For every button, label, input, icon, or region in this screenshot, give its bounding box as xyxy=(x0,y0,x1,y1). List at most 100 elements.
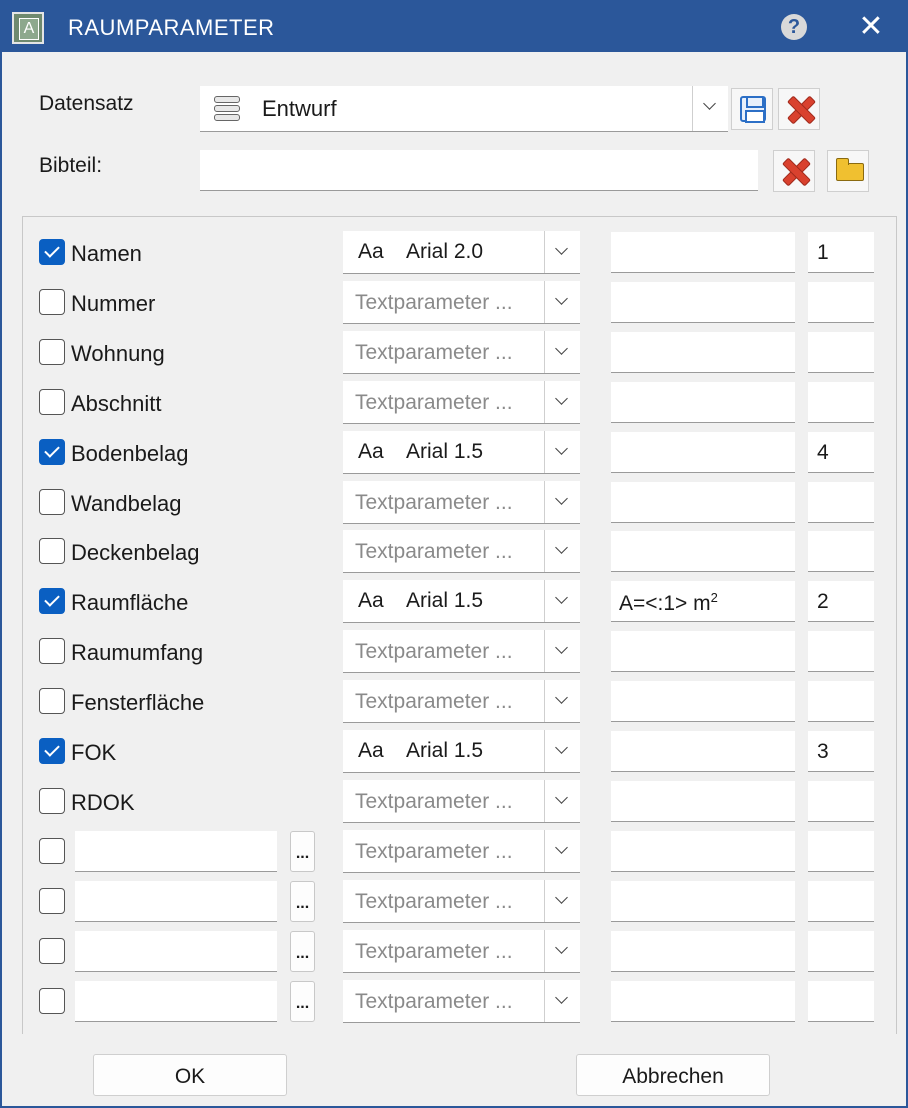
chevron-down-icon[interactable] xyxy=(544,231,580,273)
order-number-input[interactable] xyxy=(808,681,874,722)
order-number-input[interactable] xyxy=(808,931,874,972)
datensatz-combo[interactable]: Entwurf xyxy=(200,86,728,132)
text-parameter-combo[interactable]: Aa Arial 1.5 xyxy=(343,580,580,623)
chevron-down-icon[interactable] xyxy=(692,86,728,131)
chevron-down-icon[interactable] xyxy=(544,381,580,423)
text-parameter-combo[interactable]: Textparameter ... xyxy=(343,530,580,573)
order-number-input[interactable] xyxy=(808,831,874,872)
chevron-down-icon[interactable] xyxy=(544,580,580,622)
format-input[interactable]: A=<:1> m2 xyxy=(611,581,795,622)
format-input[interactable] xyxy=(611,531,795,572)
help-icon[interactable]: ? xyxy=(781,14,807,40)
chevron-down-icon[interactable] xyxy=(544,431,580,473)
custom-checkbox-3[interactable] xyxy=(39,988,65,1014)
custom-checkbox-1[interactable] xyxy=(39,888,65,914)
custom-name-input[interactable] xyxy=(75,881,277,922)
order-number-input[interactable] xyxy=(808,631,874,672)
ellipsis-button[interactable]: ... xyxy=(290,831,315,872)
checkbox-3[interactable] xyxy=(39,389,65,415)
order-number-input[interactable] xyxy=(808,531,874,572)
text-parameter-combo[interactable]: Textparameter ... xyxy=(343,331,580,374)
order-number-input[interactable] xyxy=(808,781,874,822)
format-input[interactable] xyxy=(611,781,795,822)
chevron-down-icon[interactable] xyxy=(544,730,580,772)
text-parameter-combo[interactable]: Aa Arial 1.5 xyxy=(343,730,580,773)
bibteil-input[interactable] xyxy=(200,150,758,191)
text-parameter-combo[interactable]: Textparameter ... xyxy=(343,780,580,823)
text-parameter-combo[interactable]: Textparameter ... xyxy=(343,980,580,1023)
format-input[interactable] xyxy=(611,981,795,1022)
chevron-down-icon[interactable] xyxy=(544,481,580,523)
custom-name-input[interactable] xyxy=(75,981,277,1022)
format-input[interactable] xyxy=(611,332,795,373)
format-input[interactable] xyxy=(611,631,795,672)
browse-button[interactable] xyxy=(827,150,869,192)
checkbox-11[interactable] xyxy=(39,788,65,814)
order-number-input[interactable]: 1 xyxy=(808,232,874,273)
save-button[interactable] xyxy=(731,88,773,130)
format-input[interactable] xyxy=(611,282,795,323)
text-parameter-combo[interactable]: Aa Arial 1.5 xyxy=(343,431,580,474)
checkbox-0[interactable] xyxy=(39,239,65,265)
order-number-input[interactable]: 3 xyxy=(808,731,874,772)
text-parameter-combo[interactable]: Textparameter ... xyxy=(343,830,580,873)
row-label: Namen xyxy=(71,241,142,266)
ok-button[interactable]: OK xyxy=(93,1054,287,1096)
delete-datensatz-button[interactable] xyxy=(778,88,820,130)
checkbox-6[interactable] xyxy=(39,538,65,564)
text-parameter-combo[interactable]: Textparameter ... xyxy=(343,880,580,923)
format-input[interactable] xyxy=(611,731,795,772)
chevron-down-icon[interactable] xyxy=(544,830,580,872)
chevron-down-icon[interactable] xyxy=(544,530,580,572)
format-input[interactable] xyxy=(611,931,795,972)
chevron-down-icon[interactable] xyxy=(544,930,580,972)
checkbox-9[interactable] xyxy=(39,688,65,714)
clear-bibteil-button[interactable] xyxy=(773,150,815,192)
format-input[interactable] xyxy=(611,831,795,872)
close-icon[interactable]: ✕ xyxy=(854,10,888,44)
format-input[interactable] xyxy=(611,482,795,523)
chevron-down-icon[interactable] xyxy=(544,980,580,1022)
text-parameter-combo[interactable]: Textparameter ... xyxy=(343,481,580,524)
chevron-down-icon[interactable] xyxy=(544,680,580,722)
order-number-input[interactable] xyxy=(808,881,874,922)
order-number-input[interactable]: 4 xyxy=(808,432,874,473)
custom-checkbox-0[interactable] xyxy=(39,838,65,864)
checkbox-4[interactable] xyxy=(39,439,65,465)
ellipsis-button[interactable]: ... xyxy=(290,931,315,972)
format-input[interactable] xyxy=(611,382,795,423)
chevron-down-icon[interactable] xyxy=(544,780,580,822)
custom-name-input[interactable] xyxy=(75,831,277,872)
format-input[interactable] xyxy=(611,681,795,722)
order-number-input[interactable] xyxy=(808,482,874,523)
checkbox-7[interactable] xyxy=(39,588,65,614)
custom-name-input[interactable] xyxy=(75,931,277,972)
order-number-input[interactable]: 2 xyxy=(808,581,874,622)
order-number-input[interactable] xyxy=(808,981,874,1022)
text-parameter-combo[interactable]: Textparameter ... xyxy=(343,381,580,424)
ellipsis-button[interactable]: ... xyxy=(290,881,315,922)
text-parameter-combo[interactable]: Textparameter ... xyxy=(343,281,580,324)
text-parameter-combo[interactable]: Textparameter ... xyxy=(343,630,580,673)
chevron-down-icon[interactable] xyxy=(544,630,580,672)
order-number-input[interactable] xyxy=(808,382,874,423)
ellipsis-button[interactable]: ... xyxy=(290,981,315,1022)
checkbox-2[interactable] xyxy=(39,339,65,365)
cancel-button[interactable]: Abbrechen xyxy=(576,1054,770,1096)
text-parameter-combo[interactable]: Textparameter ... xyxy=(343,680,580,723)
text-parameter-combo[interactable]: Aa Arial 2.0 xyxy=(343,231,580,274)
format-input[interactable] xyxy=(611,232,795,273)
chevron-down-icon[interactable] xyxy=(544,331,580,373)
custom-checkbox-2[interactable] xyxy=(39,938,65,964)
order-number-input[interactable] xyxy=(808,332,874,373)
checkbox-1[interactable] xyxy=(39,289,65,315)
format-input[interactable] xyxy=(611,432,795,473)
checkbox-5[interactable] xyxy=(39,489,65,515)
order-number-input[interactable] xyxy=(808,282,874,323)
checkbox-10[interactable] xyxy=(39,738,65,764)
format-input[interactable] xyxy=(611,881,795,922)
chevron-down-icon[interactable] xyxy=(544,281,580,323)
text-parameter-combo[interactable]: Textparameter ... xyxy=(343,930,580,973)
chevron-down-icon[interactable] xyxy=(544,880,580,922)
checkbox-8[interactable] xyxy=(39,638,65,664)
